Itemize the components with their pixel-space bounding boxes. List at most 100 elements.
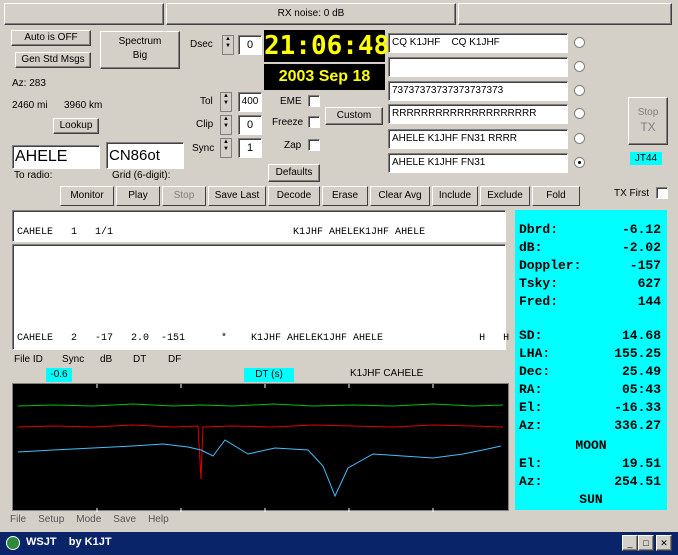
menu-file[interactable]: File <box>10 514 26 525</box>
tol-spinner[interactable]: ▲ ▼ <box>220 92 232 112</box>
marker-msg: K1JHF CAHELE <box>350 368 424 379</box>
tx-message-1[interactable]: CQ K1JHF CQ K1JHF <box>388 33 568 53</box>
col-dt: DT <box>133 354 147 365</box>
gen-std-msgs-button[interactable]: Gen Std Msgs <box>15 52 91 68</box>
rp-value: 14.68 <box>621 328 661 343</box>
tab-play[interactable]: Play <box>116 186 160 206</box>
zap-checkbox[interactable] <box>308 139 320 151</box>
defaults-button[interactable]: Defaults <box>268 164 320 182</box>
grid-input[interactable]: CN86ot <box>106 142 184 169</box>
tab-decode[interactable]: Decode <box>268 186 320 206</box>
menu-save[interactable]: Save <box>113 514 136 525</box>
tx-first-checkbox[interactable] <box>656 187 668 199</box>
tab-stop[interactable]: Stop <box>162 186 206 206</box>
menu-help[interactable]: Help <box>148 514 169 525</box>
right-info-panel: Dbrd: -6.12 dB: -2.02 Doppler: -157 Tsky: 627 Fr… <box>515 210 667 510</box>
tx-message-radio-6[interactable] <box>574 157 585 168</box>
tx-message-4[interactable]: RRRRRRRRRRRRRRRRRRRR <box>388 104 568 124</box>
grid-label: Grid (6-digit): <box>112 170 171 181</box>
tx-message-5[interactable]: AHELE K1JHF FN31 RRRR <box>388 129 568 149</box>
eme-checkbox[interactable] <box>308 95 320 107</box>
freeze-label: Freeze <box>272 117 304 128</box>
clip-value[interactable]: 0 <box>238 115 262 135</box>
menu-setup[interactable]: Setup <box>38 514 64 525</box>
rp-row: LHA: 155.25 <box>519 346 661 361</box>
tx-label: TX <box>640 120 656 134</box>
rp-value: -16.33 <box>614 400 661 415</box>
tx-message-6[interactable]: AHELE K1JHF FN31 <box>388 153 568 173</box>
tx-message-radio-3[interactable] <box>574 85 585 96</box>
azimuth-text: Az: 283 <box>12 78 46 89</box>
decode-top-box: CAHELE 1 1/1 K1JHF AHELEK1JHF AHELE <box>12 210 506 242</box>
tab-include[interactable]: Include <box>432 186 478 206</box>
tx-message-2[interactable] <box>388 57 568 77</box>
tx-message-radio-5[interactable] <box>574 133 585 144</box>
rp-key: RA: <box>519 382 543 397</box>
rp-value: 155.25 <box>614 346 661 361</box>
spectrum-label: Spectrum <box>118 36 162 47</box>
rp-row: Az: 336.27 <box>519 418 661 433</box>
rp-row: Doppler: -157 <box>519 258 661 273</box>
rp-row: El: -16.33 <box>519 400 661 415</box>
top-status-bar: RX noise: 0 dB <box>4 3 672 25</box>
tab-exclude[interactable]: Exclude <box>480 186 530 206</box>
to-radio-label: To radio: <box>14 170 53 181</box>
stop-tx-button[interactable]: Stop TX <box>628 97 668 145</box>
dsec-spinner[interactable]: ▲ ▼ <box>222 35 234 55</box>
rp-row: Az: 254.51 <box>519 474 661 489</box>
clip-spinner[interactable]: ▲ ▼ <box>220 115 232 135</box>
freeze-checkbox[interactable] <box>308 116 320 128</box>
blue-trace <box>17 439 502 498</box>
window-title: WSJT by K1JT <box>26 536 112 548</box>
distance-mi: 2460 mi <box>12 100 48 111</box>
spectrum-plot[interactable] <box>12 383 509 512</box>
tx-message-radio-1[interactable] <box>574 37 585 48</box>
tx-message-3[interactable]: 73737373737373737373 <box>388 81 568 101</box>
minimize-button[interactable]: _ <box>622 535 638 551</box>
rp-value: -2.02 <box>621 240 661 255</box>
rp-key: LHA: <box>519 346 551 361</box>
menu-mode[interactable]: Mode <box>76 514 101 525</box>
rp-key: Dbrd: <box>519 222 559 237</box>
col-db: dB <box>100 354 113 365</box>
tab-clear-avg[interactable]: Clear Avg <box>370 186 430 206</box>
lookup-button[interactable]: Lookup <box>53 118 99 134</box>
menu-bar: File Setup Mode Save Help <box>10 514 181 530</box>
tab-erase[interactable]: Erase <box>322 186 368 206</box>
tx-message-radio-2[interactable] <box>574 61 585 72</box>
sync-spinner[interactable]: ▲ ▼ <box>220 138 232 158</box>
callsign-input[interactable]: AHELE <box>12 145 100 169</box>
rp-row: RA: 05:43 <box>519 382 661 397</box>
auto-button[interactable]: Auto is OFF <box>11 30 91 46</box>
rp-row: Fred: 144 <box>519 294 661 309</box>
rp-value: 19.51 <box>621 456 661 471</box>
maximize-button[interactable]: □ <box>638 535 654 551</box>
rp-value: 254.51 <box>614 474 661 489</box>
rp-row: Dbrd: -6.12 <box>519 222 661 237</box>
eme-label: EME <box>280 96 302 107</box>
custom-button[interactable]: Custom <box>325 107 383 125</box>
tol-value[interactable]: 400 <box>238 92 262 112</box>
sync-value[interactable]: 1 <box>238 138 262 158</box>
zap-label: Zap <box>284 140 302 151</box>
tx-message-radio-4[interactable] <box>574 108 585 119</box>
decode-bottom-line: CAHELE 2 -17 2.0 -151 * K1JHF AHELEK1JHF… <box>17 333 510 344</box>
rp-value: 336.27 <box>614 418 661 433</box>
app-icon <box>6 536 20 550</box>
rp-value: -157 <box>629 258 661 273</box>
sun-label: SUN <box>579 492 603 507</box>
close-button[interactable]: ✕ <box>656 535 672 551</box>
mode-badge: JT44 <box>630 152 662 165</box>
tx-first-label: TX First <box>614 188 649 199</box>
spectrum-svg <box>17 384 504 512</box>
clock-date: 2003 Sep 18 <box>264 64 385 90</box>
rp-key: Dec: <box>519 364 551 379</box>
tab-save-last[interactable]: Save Last <box>208 186 266 206</box>
tab-monitor[interactable]: Monitor <box>60 186 114 206</box>
rp-key: Tsky: <box>519 276 559 291</box>
spectrum-button[interactable]: Spectrum Big <box>100 31 180 69</box>
marker-dt: DT (s) <box>244 368 294 382</box>
rp-key: Fred: <box>519 294 559 309</box>
dsec-value[interactable]: 0 <box>238 35 262 55</box>
tab-fold[interactable]: Fold <box>532 186 580 206</box>
